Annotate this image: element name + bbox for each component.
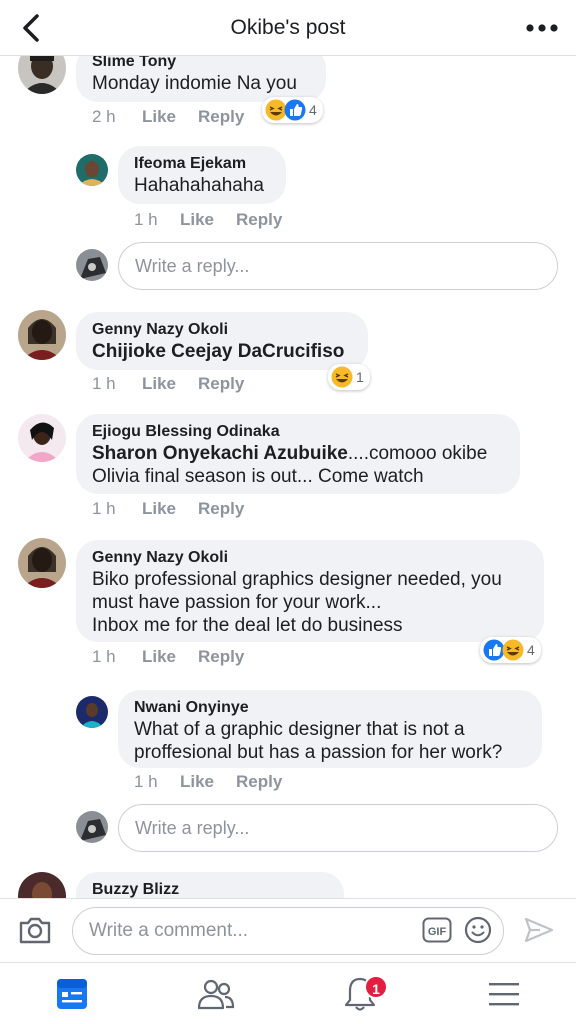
reply-button[interactable]: Reply bbox=[236, 210, 282, 230]
comment-text: Monday indomie Na you bbox=[92, 73, 297, 94]
comment-composer: Write a comment... GIF bbox=[0, 898, 576, 962]
avatar[interactable] bbox=[18, 414, 66, 462]
reply-input[interactable]: Write a reply... bbox=[118, 804, 558, 852]
avatar[interactable] bbox=[18, 872, 66, 898]
gif-icon[interactable]: GIF bbox=[422, 917, 452, 943]
comment-bubble[interactable]: Buzzy Blizz bbox=[76, 872, 344, 898]
comment-author[interactable]: Buzzy Blizz bbox=[92, 880, 328, 898]
like-button[interactable]: Like bbox=[142, 107, 198, 127]
top-bar: Okibe's post bbox=[0, 0, 576, 56]
page-title: Okibe's post bbox=[230, 16, 346, 39]
reaction-summary[interactable]: 4 bbox=[480, 637, 541, 663]
news-feed-icon[interactable] bbox=[52, 975, 92, 1013]
like-button[interactable]: Like bbox=[142, 647, 198, 667]
comment-text-line: Inbox me for the deal let do business bbox=[92, 615, 403, 636]
camera-icon[interactable] bbox=[18, 915, 52, 945]
comment-time: 2 h bbox=[92, 107, 116, 126]
avatar[interactable] bbox=[76, 696, 108, 728]
comment-bubble[interactable]: Genny Nazy Okoli Biko professional graph… bbox=[76, 540, 544, 642]
friends-icon[interactable] bbox=[196, 975, 236, 1013]
comment-actions: 1 h Like Reply bbox=[92, 647, 244, 667]
reaction-summary[interactable]: 1 bbox=[328, 364, 370, 390]
comment-time: 1 h bbox=[134, 772, 158, 791]
comment-actions: 1 h Like Reply bbox=[134, 210, 282, 230]
comment-text-line: What of a graphic designer that is not a bbox=[134, 719, 465, 740]
comment-author[interactable]: Ifeoma Ejekam bbox=[134, 154, 270, 174]
like-button[interactable]: Like bbox=[180, 772, 236, 792]
like-button[interactable]: Like bbox=[142, 374, 198, 394]
like-button[interactable]: Like bbox=[180, 210, 236, 230]
comment-author[interactable]: Nwani Onyinye bbox=[134, 698, 526, 718]
reply-button[interactable]: Reply bbox=[236, 772, 282, 792]
avatar[interactable] bbox=[18, 56, 66, 94]
reply-button[interactable]: Reply bbox=[198, 374, 244, 394]
reply-button[interactable]: Reply bbox=[198, 107, 244, 127]
reply-button[interactable]: Reply bbox=[198, 499, 244, 519]
menu-icon[interactable] bbox=[484, 975, 524, 1013]
reply-input[interactable]: Write a reply... bbox=[118, 242, 558, 290]
reaction-summary[interactable]: 4 bbox=[262, 97, 323, 123]
comment-text-line: must have passion for your work... bbox=[92, 592, 382, 613]
comment-time: 1 h bbox=[92, 499, 116, 518]
comments-feed[interactable]: Slime Tony Monday indomie Na you 2 h Like… bbox=[0, 56, 576, 898]
comment-author[interactable]: Genny Nazy Okoli bbox=[92, 548, 528, 568]
bottom-tab-bar: 1 bbox=[0, 962, 576, 1024]
comment-author[interactable]: Genny Nazy Okoli bbox=[92, 320, 352, 340]
svg-text:GIF: GIF bbox=[428, 926, 447, 938]
emoji-icon[interactable] bbox=[464, 916, 492, 944]
comment-author[interactable]: Slime Tony bbox=[92, 56, 310, 72]
comment-time: 1 h bbox=[134, 210, 158, 229]
comment-bubble[interactable]: Nwani Onyinye What of a graphic designer… bbox=[118, 690, 542, 768]
comment-text-line: Olivia final season is out... Come watch bbox=[92, 466, 424, 487]
reaction-count: 4 bbox=[527, 642, 535, 658]
mention-link[interactable]: Sharon Onyekachi Azubuike bbox=[92, 443, 348, 464]
avatar[interactable] bbox=[18, 538, 66, 588]
comment-text[interactable]: Chijioke Ceejay DaCrucifiso bbox=[92, 340, 352, 363]
comment-time: 1 h bbox=[92, 647, 116, 666]
like-reaction-icon bbox=[284, 99, 306, 121]
avatar[interactable] bbox=[18, 310, 66, 360]
more-icon[interactable] bbox=[524, 14, 560, 42]
comment-actions: 1 h Like Reply bbox=[134, 772, 282, 792]
haha-reaction-icon bbox=[331, 366, 353, 388]
send-icon[interactable] bbox=[524, 916, 554, 944]
comment-text: Sharon Onyekachi Azubuike....comooo okib… bbox=[92, 442, 504, 465]
comment-text-line: Biko professional graphics designer need… bbox=[92, 569, 502, 590]
comment-bubble[interactable]: Genny Nazy Okoli Chijioke Ceejay DaCruci… bbox=[76, 312, 368, 370]
haha-reaction-icon bbox=[502, 639, 524, 661]
avatar bbox=[76, 249, 108, 281]
comment-actions: 2 h Like Reply bbox=[92, 107, 244, 127]
comment-bubble[interactable]: Ifeoma Ejekam Hahahahahaha bbox=[118, 146, 286, 204]
like-button[interactable]: Like bbox=[142, 499, 198, 519]
comment-time: 1 h bbox=[92, 374, 116, 393]
comment-actions: 1 h Like Reply bbox=[92, 499, 244, 519]
comment-bubble[interactable]: Slime Tony Monday indomie Na you bbox=[76, 56, 326, 102]
comment-actions: 1 h Like Reply bbox=[92, 374, 244, 394]
comment-bubble[interactable]: Ejiogu Blessing Odinaka Sharon Onyekachi… bbox=[76, 414, 520, 494]
comment-text-line: proffesional but has a passion for her w… bbox=[134, 742, 503, 763]
comment-text-part: ....comooo okibe bbox=[347, 443, 488, 464]
notification-badge: 1 bbox=[364, 975, 388, 999]
comment-author[interactable]: Ejiogu Blessing Odinaka bbox=[92, 422, 504, 442]
reaction-count: 1 bbox=[356, 369, 364, 385]
avatar bbox=[76, 811, 108, 843]
comment-text: Hahahahahaha bbox=[134, 175, 264, 196]
avatar[interactable] bbox=[76, 154, 108, 186]
reply-button[interactable]: Reply bbox=[198, 647, 244, 667]
reaction-count: 4 bbox=[309, 102, 317, 118]
